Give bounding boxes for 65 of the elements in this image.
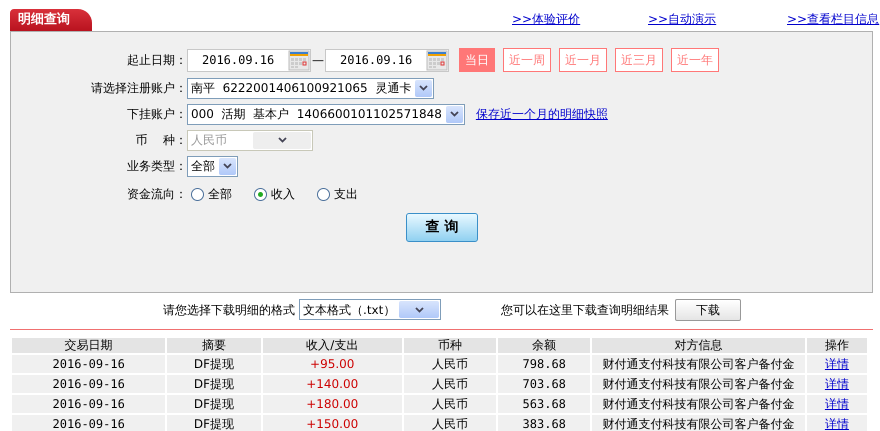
table-cell: 563.68 [498, 395, 590, 413]
table-cell: 2016-09-16 [12, 415, 166, 431]
radio-button[interactable] [254, 188, 267, 200]
table-cell: DF提现 [167, 395, 261, 413]
table-cell: 2016-09-16 [12, 395, 166, 413]
table-cell: DF提现 [167, 375, 261, 393]
radio-label[interactable]: 支出 [334, 185, 358, 203]
table-cell: 798.68 [498, 355, 590, 373]
field-label: 请选择注册账户： [90, 80, 187, 97]
table-cell: 人民币 [404, 355, 496, 373]
table-cell: 财付通支付科技有限公司客户备付金 [592, 355, 805, 373]
table-cell: 人民币 [404, 375, 496, 393]
query-button[interactable]: 查 询 [406, 213, 478, 242]
column-header: 摘要 [167, 338, 261, 353]
table-cell: 383.68 [498, 415, 590, 431]
table-cell: DF提现 [167, 415, 261, 431]
snapshot-link[interactable]: 保存近一个月的明细快照 [476, 105, 608, 123]
column-header: 交易日期 [12, 338, 166, 353]
column-header: 余额 [498, 338, 590, 353]
table-cell: 财付通支付科技有限公司客户备付金 [592, 415, 805, 431]
column-header: 操作 [806, 338, 867, 353]
date-field[interactable]: 2016.09.16 [325, 48, 449, 72]
table-cell: 2016-09-16 [12, 375, 166, 393]
field-label: 业务类型： [126, 158, 187, 175]
format-select[interactable]: 文本格式（.txt） [299, 299, 441, 320]
radio-label[interactable]: 收入 [271, 185, 295, 203]
field-label: 币 种： [134, 132, 187, 149]
nav-link[interactable]: >>自动演示 [648, 10, 716, 28]
field-label: 下挂账户： [126, 106, 187, 123]
table-cell: 703.68 [498, 375, 590, 393]
caret-icon[interactable] [223, 163, 232, 169]
select-field[interactable]: 南平 6222001406100921065 灵通卡 [187, 78, 434, 98]
table-cell: 人民币 [404, 395, 496, 413]
table-cell: 财付通支付科技有限公司客户备付金 [592, 395, 805, 413]
date-field[interactable]: 2016.09.16 [187, 48, 311, 72]
column-header: 收入/支出 [262, 338, 402, 353]
caret-icon[interactable] [450, 111, 459, 117]
table-cell: 人民币 [404, 415, 496, 431]
date-separator: — [312, 52, 324, 69]
radio-label[interactable]: 全部 [208, 185, 232, 203]
section-tab[interactable]: 明细查询 [10, 9, 92, 31]
column-header: 币种 [404, 338, 496, 353]
field-label: 起止日期： [126, 52, 187, 69]
nav-link[interactable]: >>体验评价 [512, 10, 580, 28]
select-field[interactable]: 全部 [187, 156, 238, 176]
caret-icon[interactable] [414, 306, 424, 312]
download-hint: 您可以在这里下载查询明细结果 [501, 302, 669, 318]
radio-button[interactable] [317, 188, 330, 200]
table-cell: 2016-09-16 [12, 355, 166, 373]
field-label: 资金流向： [126, 186, 187, 203]
table-cell: +150.00 [262, 415, 402, 431]
table-cell: DF提现 [167, 355, 261, 373]
select-field: 人民币 [187, 130, 313, 150]
radio-button[interactable] [191, 188, 204, 200]
table-cell: +180.00 [262, 395, 402, 413]
format-label: 请您选择下载明细的格式 [163, 302, 295, 318]
select-field[interactable]: 000 活期 基本户 1406600101102571848 [187, 104, 465, 124]
table-cell: 财付通支付科技有限公司客户备付金 [592, 375, 805, 393]
table-cell: +95.00 [262, 355, 402, 373]
calendar-icon[interactable] [288, 49, 310, 71]
download-button[interactable]: 下载 [675, 298, 741, 320]
calendar-icon[interactable] [426, 49, 448, 71]
table-cell: +140.00 [262, 375, 402, 393]
caret-icon[interactable] [419, 85, 428, 91]
column-header: 对方信息 [592, 338, 805, 353]
